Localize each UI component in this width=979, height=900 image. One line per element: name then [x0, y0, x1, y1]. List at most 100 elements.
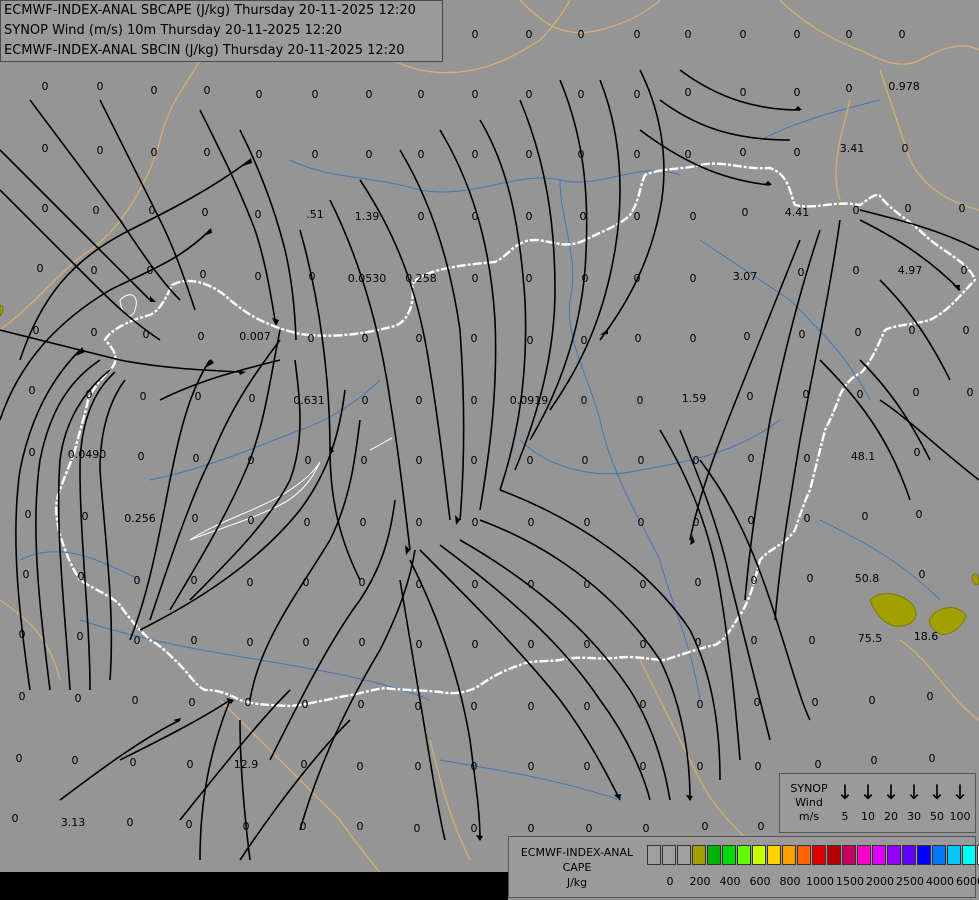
- cape-value: 0: [581, 334, 588, 347]
- cape-value: 0: [472, 578, 479, 591]
- wind-speed-10: ↓ 10: [857, 780, 879, 823]
- cape-scale-label: 200: [689, 875, 711, 888]
- cape-value: 0: [640, 578, 647, 591]
- cape-legend: ECMWF-INDEX-ANAL CAPE J/kg 0 200 400 600 800…: [508, 836, 979, 898]
- cape-value: 0: [248, 454, 255, 467]
- cape-value: 0: [740, 86, 747, 99]
- cape-value: 0: [204, 146, 211, 159]
- cape-value: 0: [909, 324, 916, 337]
- cape-value: 0: [794, 28, 801, 41]
- cape-value: 0: [362, 332, 369, 345]
- cape-value: .51: [306, 208, 324, 221]
- cape-value: 0: [147, 264, 154, 277]
- cape-value: 0: [151, 84, 158, 97]
- cape-value: 0: [695, 636, 702, 649]
- cape-value: 0: [247, 636, 254, 649]
- cape-value: 0: [82, 510, 89, 523]
- cape-color-swatch: [917, 845, 931, 865]
- cape-value: 0: [472, 516, 479, 529]
- cape-value: 0: [86, 388, 93, 401]
- cape-value: 0: [33, 324, 40, 337]
- cape-legend-title-line: CAPE: [562, 861, 592, 874]
- cape-value: 0: [189, 696, 196, 709]
- cape-scale-label: 4000: [926, 875, 954, 888]
- cape-value: 0: [528, 760, 535, 773]
- cape-scale-label: 0: [666, 875, 674, 888]
- cape-value: 0: [198, 330, 205, 343]
- cape-color-swatch: [722, 845, 736, 865]
- cape-value: 0: [471, 454, 478, 467]
- cape-value: 0: [584, 516, 591, 529]
- cape-value: 0: [640, 698, 647, 711]
- cape-value: 0: [191, 574, 198, 587]
- wind-speed-5: ↓ 5: [834, 780, 856, 823]
- cape-value: 0: [472, 88, 479, 101]
- cape-value: 0: [747, 390, 754, 403]
- cape-value: 0: [803, 388, 810, 401]
- cape-value: 0: [256, 88, 263, 101]
- cape-value: 0: [77, 630, 84, 643]
- wind-speed-50: ↓ 50: [926, 780, 948, 823]
- cape-value: 1.39: [355, 210, 380, 223]
- cape-value: 0: [586, 822, 593, 835]
- cape-value: 0: [472, 28, 479, 41]
- cape-value: 0: [967, 386, 974, 399]
- cape-value: 0: [29, 384, 36, 397]
- cape-legend-title-line: J/kg: [566, 876, 588, 889]
- cape-value: 0: [78, 570, 85, 583]
- cape-value: 0: [807, 572, 814, 585]
- wind-arrow-icon: ↓: [836, 780, 854, 804]
- cape-value: 0: [472, 210, 479, 223]
- cape-scale-label: 6000: [956, 875, 979, 888]
- cape-value: 0: [357, 760, 364, 773]
- cape-value: 0: [151, 146, 158, 159]
- cape-value: 0: [19, 690, 26, 703]
- cape-value: 0: [72, 754, 79, 767]
- cape-color-swatch: [887, 845, 901, 865]
- cape-value: 0: [418, 148, 425, 161]
- cape-value: 0: [191, 634, 198, 647]
- cape-value: 0: [472, 638, 479, 651]
- cape-value: 75.5: [858, 632, 883, 645]
- cape-color-swatch: [677, 845, 691, 865]
- cape-value: 0: [959, 202, 966, 215]
- cape-value: 0: [416, 394, 423, 407]
- cape-value: 4.41: [785, 206, 810, 219]
- cape-value: 0: [751, 634, 758, 647]
- title-line-cape: ECMWF-INDEX-ANAL SBCAPE (J/kg) Thursday …: [4, 3, 416, 18]
- cape-value: 0: [255, 208, 262, 221]
- cape-value: 0: [857, 388, 864, 401]
- cape-value: 0: [415, 760, 422, 773]
- cape-value: 0: [75, 692, 82, 705]
- cape-color-swatch: [752, 845, 766, 865]
- cape-legend-title-line: ECMWF-INDEX-ANAL: [520, 846, 634, 859]
- cape-value: 0: [528, 578, 535, 591]
- cape-value: 0: [418, 210, 425, 223]
- cape-value: 0: [914, 446, 921, 459]
- cape-value: 0: [193, 452, 200, 465]
- cape-value: 0: [23, 568, 30, 581]
- cape-value: 0: [93, 204, 100, 217]
- cape-scale-label: 1000: [806, 875, 834, 888]
- cape-value: 0: [580, 210, 587, 223]
- cape-value: 0: [29, 446, 36, 459]
- cape-value: 0: [578, 28, 585, 41]
- cape-value: 0: [42, 80, 49, 93]
- cape-value: 0: [740, 146, 747, 159]
- cape-value: 0: [358, 698, 365, 711]
- cape-value: 0: [97, 144, 104, 157]
- cape-value: 0: [186, 818, 193, 831]
- cape-value: 0: [416, 332, 423, 345]
- cape-value: 0.0919: [510, 394, 549, 407]
- cape-value: 0: [300, 820, 307, 833]
- cape-value: 0: [638, 454, 645, 467]
- cape-value: 0: [91, 326, 98, 339]
- cape-value: 0: [685, 148, 692, 161]
- cape-value: 0: [582, 272, 589, 285]
- cape-value: 0: [37, 262, 44, 275]
- cape-value: 0: [748, 514, 755, 527]
- cape-color-swatch: [857, 845, 871, 865]
- cape-value: 0: [192, 512, 199, 525]
- cape-scale-label: 2000: [866, 875, 894, 888]
- cape-value: 0: [804, 452, 811, 465]
